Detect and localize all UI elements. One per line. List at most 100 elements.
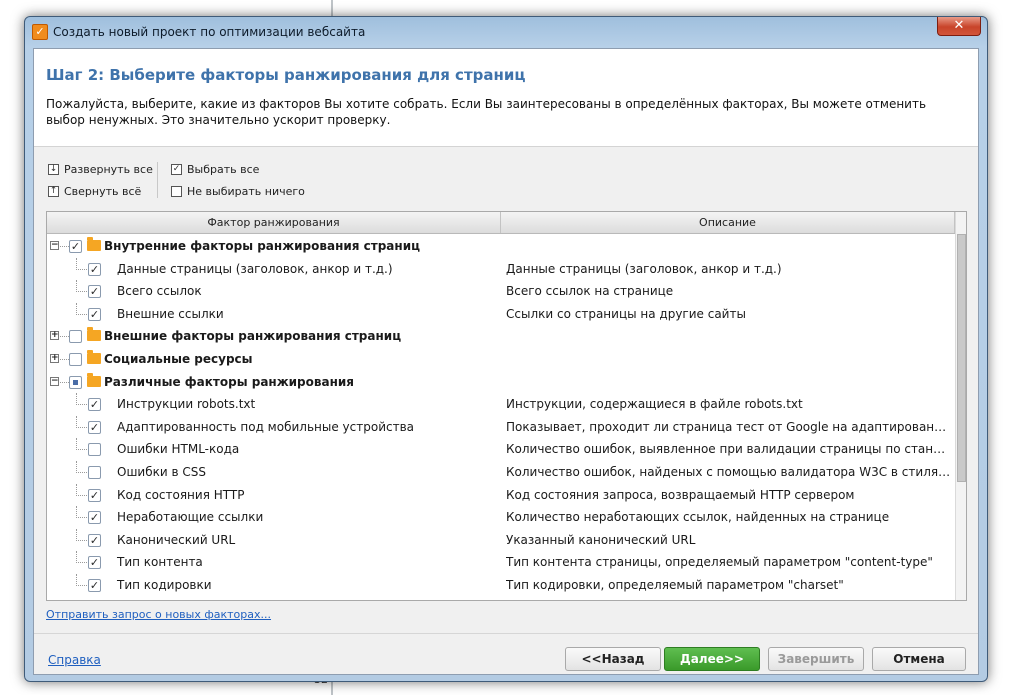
select-all-button[interactable]: ✓ Выбрать все xyxy=(171,163,259,176)
tree-item-row[interactable]: ✓ Внешние ссылки Ссылки со страницы на дру… xyxy=(47,302,955,326)
factor-label: Инструкции robots.txt xyxy=(117,397,256,412)
tree-item-row[interactable]: ✓ Тип контента Тип контента страницы, опре… xyxy=(47,551,955,574)
row-checkbox[interactable]: ✓ xyxy=(88,511,101,525)
tree-group-row[interactable]: − ✓ Внутренние факторы ранжирования страни… xyxy=(47,235,955,258)
folder-icon xyxy=(87,372,101,387)
tree-item-row[interactable]: ✓ Инструкции robots.txt Инструкции, содерж… xyxy=(47,393,955,416)
row-checkbox[interactable]: ✓ xyxy=(88,262,101,276)
row-checkbox[interactable]: ✓ xyxy=(88,556,101,570)
factor-label: Код состояния HTTP xyxy=(117,487,245,502)
select-none-button[interactable]: Не выбирать ничего xyxy=(171,185,305,198)
row-checkbox[interactable]: ✓ xyxy=(88,285,101,299)
factor-description: Количество неработающих ссылок, найденны… xyxy=(506,510,890,525)
tree-connector xyxy=(60,358,69,360)
tree-connector xyxy=(76,517,87,519)
row-checkbox[interactable]: ✓ xyxy=(88,488,101,502)
tree-group-row[interactable]: + Социальные ресурсы xyxy=(47,348,955,371)
tree-group-row[interactable]: − Различные факторы ранжирования xyxy=(47,371,955,394)
row-checkbox[interactable]: ✓ xyxy=(88,398,101,412)
row-checkbox[interactable] xyxy=(69,352,82,366)
toolbar-separator xyxy=(157,162,158,198)
tree-connector xyxy=(76,584,87,586)
column-header-description[interactable]: Описание xyxy=(501,212,955,233)
cancel-button[interactable]: Отмена xyxy=(872,647,966,671)
factor-label: Тип контента xyxy=(117,555,203,570)
tree-connector xyxy=(60,246,69,247)
tree-item-row[interactable]: ✓ Неработающие ссылки Количество неработаю… xyxy=(47,506,955,529)
wizard-dialog: ✓ Создать новый проект по оптимизации ве… xyxy=(24,16,988,682)
step-title: Шаг 2: Выберите факторы ранжирования для… xyxy=(46,66,526,84)
factor-label: Внешние ссылки xyxy=(117,306,224,321)
tree-connector xyxy=(60,381,69,383)
row-checkbox[interactable] xyxy=(88,465,101,479)
factor-description: Всего ссылок на странице xyxy=(506,284,674,299)
row-checkbox[interactable]: ✓ xyxy=(88,307,101,321)
expand-node-icon[interactable]: + xyxy=(50,331,59,341)
tree-item-row[interactable]: ✓ Всего ссылок Всего ссылок на странице xyxy=(47,280,955,303)
row-checkbox[interactable] xyxy=(88,443,101,457)
column-header-factor[interactable]: Фактор ранжирования xyxy=(47,212,501,233)
row-checkbox[interactable]: ✓ xyxy=(88,533,101,547)
factor-description: Тип кодировки, определяемый параметром "… xyxy=(506,577,844,592)
factor-label: Адаптированность под мобильные устройств… xyxy=(117,419,414,434)
tree-item-row[interactable]: ✓ Канонический URL Указанный канонический … xyxy=(47,528,955,552)
tree-item-row[interactable]: ✓ Данные страницы (заголовок, анкор и т.д… xyxy=(47,257,955,281)
factor-description: Код состояния запроса, возвращаемый HTTP… xyxy=(506,487,855,502)
factor-description: Количество ошибок, найденых с помощью ва… xyxy=(506,464,951,479)
step-description: Пожалуйста, выберите, какие из факторов … xyxy=(46,97,927,127)
app-checkbox-icon: ✓ xyxy=(32,24,48,40)
row-checkbox[interactable]: ✓ xyxy=(88,420,101,434)
expand-icon: ↓ xyxy=(48,164,59,175)
window-title: Создать новый проект по оптимизации вебс… xyxy=(53,25,366,39)
finish-button[interactable]: Завершить xyxy=(768,647,864,671)
factor-label: Ошибки в CSS xyxy=(117,464,206,479)
collapse-node-icon[interactable]: − xyxy=(50,376,59,386)
expand-node-icon[interactable]: + xyxy=(50,353,59,363)
tree-item-row[interactable]: Ошибки в CSS Количество ошибок, найденых … xyxy=(47,460,955,484)
factor-label: Внутренние факторы ранжирования страниц xyxy=(104,239,421,253)
factor-label: Внешние факторы ранжирования страниц xyxy=(104,329,402,344)
tree-connector xyxy=(76,313,87,315)
tree-item-row[interactable]: ✓ Тип кодировки Тип кодировки, определяемы… xyxy=(47,573,955,597)
scrollbar-thumb[interactable] xyxy=(957,234,966,482)
expand-all-button[interactable]: ↓ Развернуть все xyxy=(48,163,153,176)
factor-label: Ошибки HTML-кода xyxy=(117,442,240,457)
folder-icon xyxy=(87,327,101,342)
row-checkbox[interactable] xyxy=(69,330,82,344)
wizard-header: Шаг 2: Выберите факторы ранжирования для… xyxy=(34,49,978,147)
back-button[interactable]: <<Назад xyxy=(565,647,661,671)
tree-group-row[interactable]: + Внешние факторы ранжирования страниц xyxy=(47,325,955,348)
tree-connector xyxy=(76,562,87,564)
next-button[interactable]: Далее>> xyxy=(664,647,760,671)
factor-label: Различные факторы ранжирования xyxy=(104,374,354,389)
row-checkbox[interactable] xyxy=(69,375,82,389)
help-link[interactable]: Справка xyxy=(48,653,101,667)
row-checkbox[interactable]: ✓ xyxy=(69,240,82,253)
factor-label: Неработающие ссылки xyxy=(117,510,264,525)
select-all-label: Выбрать все xyxy=(187,163,260,176)
folder-icon xyxy=(87,237,101,251)
tree-connector xyxy=(76,426,87,428)
footer-divider xyxy=(34,633,978,634)
checked-box-icon: ✓ xyxy=(171,164,182,175)
tree-item-row[interactable]: ✓ Адаптированность под мобильные устройст… xyxy=(47,415,955,439)
grid-rows: − ✓ Внутренние факторы ранжирования страни… xyxy=(47,235,955,597)
collapse-all-button[interactable]: ↑ Свернуть всё xyxy=(48,185,141,198)
tree-connector xyxy=(76,494,87,496)
collapse-all-label: Свернуть всё xyxy=(64,185,142,198)
empty-box-icon xyxy=(171,186,182,197)
close-button[interactable]: ✕ xyxy=(937,17,981,36)
grid-header: Фактор ранжирования Описание xyxy=(47,212,955,234)
request-new-factors-link[interactable]: Отправить запрос о новых факторах... xyxy=(46,608,271,621)
tree-item-row[interactable]: Ошибки HTML-кода Количество ошибок, выявл… xyxy=(47,438,955,461)
row-checkbox[interactable]: ✓ xyxy=(88,578,101,592)
collapse-node-icon[interactable]: − xyxy=(50,241,59,250)
factor-description: Указанный канонический URL xyxy=(506,532,696,547)
factor-label: Канонический URL xyxy=(117,532,236,547)
title-bar[interactable]: ✓ Создать новый проект по оптимизации ве… xyxy=(25,17,987,47)
collapse-icon: ↑ xyxy=(48,186,59,197)
vertical-scrollbar[interactable] xyxy=(955,212,966,600)
tree-item-row[interactable]: ✓ Код состояния HTTP Код состояния запроса… xyxy=(47,483,955,507)
factors-grid[interactable]: Фактор ранжирования Описание − ✓ Внутренни… xyxy=(46,211,967,601)
factor-description: Количество ошибок, выявленное при валида… xyxy=(506,442,951,457)
